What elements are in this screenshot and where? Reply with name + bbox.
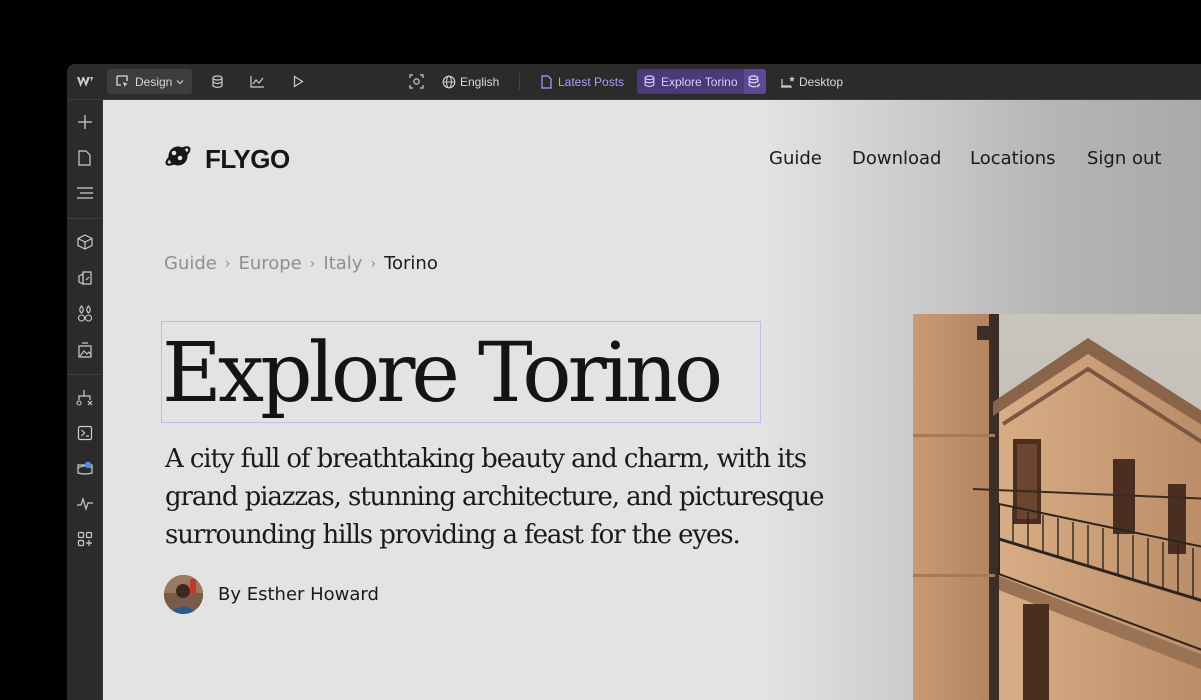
breakpoint-selector[interactable]: Desktop: [781, 64, 843, 99]
site-logo[interactable]: FLYGO: [165, 142, 290, 177]
chart-icon[interactable]: [250, 64, 265, 99]
code-icon[interactable]: [67, 419, 102, 447]
webflow-logo-icon[interactable]: [76, 64, 98, 99]
globe-icon: [442, 75, 456, 89]
locale-selector[interactable]: English: [442, 64, 499, 99]
collection-label: Explore Torino: [661, 74, 738, 89]
design-mode-label: Design: [135, 74, 173, 89]
sidebar-divider: [67, 218, 102, 219]
design-mode-button[interactable]: Design: [107, 69, 193, 94]
desktop-icon: [781, 75, 796, 88]
nav-link-sign-out[interactable]: Sign out: [1087, 148, 1161, 169]
breadcrumb: Guide › Europe › Italy › Torino: [164, 253, 438, 274]
components-icon[interactable]: [67, 228, 102, 256]
plus-icon[interactable]: [67, 108, 102, 136]
assets-icon[interactable]: [67, 336, 102, 364]
design-canvas[interactable]: FLYGO Guide Download Locations Sign out …: [103, 100, 1201, 700]
breadcrumb-separator: ›: [224, 255, 231, 272]
sidebar-divider: [67, 374, 102, 375]
chevron-down-icon: [176, 79, 184, 85]
breadcrumb-item-guide[interactable]: Guide: [164, 253, 217, 274]
avatar: [164, 575, 203, 614]
hero-photo[interactable]: [913, 314, 1201, 700]
preview-icon[interactable]: [409, 64, 424, 99]
cursor-box-icon: [116, 75, 129, 88]
apps-icon[interactable]: [67, 454, 102, 482]
activity-icon[interactable]: [67, 490, 102, 518]
breadcrumb-item-italy[interactable]: Italy: [323, 253, 362, 274]
breadcrumb-separator: ›: [309, 255, 316, 272]
page-icon: [541, 74, 552, 89]
breadcrumb-item-europe[interactable]: Europe: [238, 253, 301, 274]
hero-title[interactable]: Explore Torino: [162, 324, 723, 424]
left-sidebar: [67, 100, 103, 700]
variables-icon[interactable]: [67, 264, 102, 292]
locale-label: English: [460, 74, 500, 89]
play-icon[interactable]: [293, 64, 304, 99]
page-selector[interactable]: Latest Posts: [541, 64, 624, 99]
nav-link-guide[interactable]: Guide: [769, 148, 822, 169]
nav-link-download[interactable]: Download: [852, 148, 941, 169]
brand-name: FLYGO: [205, 144, 290, 174]
webflow-designer-window: Design English Latest Posts Explore Tori…: [67, 64, 1201, 700]
nav-link-locations[interactable]: Locations: [970, 148, 1056, 169]
top-toolbar: Design English Latest Posts Explore Tori…: [67, 64, 1201, 100]
page-label: Latest Posts: [558, 74, 625, 89]
navigator-icon[interactable]: [67, 179, 102, 207]
toolbar-divider: [519, 73, 520, 90]
breadcrumb-separator: ›: [370, 255, 377, 272]
cms-icon[interactable]: [743, 69, 766, 94]
style-icon[interactable]: [67, 300, 102, 328]
marketplace-icon[interactable]: [67, 525, 102, 553]
breadcrumb-item-torino: Torino: [384, 253, 438, 274]
globe-logo-icon: [165, 142, 193, 177]
author-name: By Esther Howard: [218, 584, 379, 605]
database-icon[interactable]: [211, 64, 224, 99]
pages-icon[interactable]: [67, 144, 102, 172]
logic-icon[interactable]: [67, 384, 102, 412]
author-byline[interactable]: By Esther Howard: [164, 575, 379, 614]
collection-icon: [644, 75, 655, 88]
collection-page-selector[interactable]: Explore Torino: [637, 69, 766, 94]
breakpoint-label: Desktop: [799, 74, 844, 89]
hero-description[interactable]: A city full of breathtaking beauty and c…: [165, 440, 845, 554]
